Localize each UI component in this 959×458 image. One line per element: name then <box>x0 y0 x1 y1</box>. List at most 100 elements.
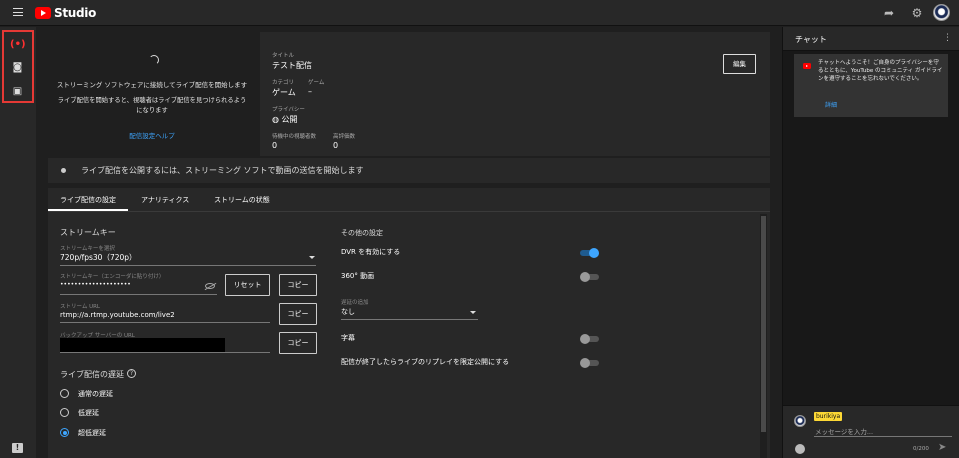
stream-key-select-label: ストリームキーを選択 <box>60 246 115 252</box>
learn-more-link[interactable]: 詳細 <box>825 100 837 109</box>
reset-button[interactable]: リセット <box>225 274 270 296</box>
waiting-value: 0 <box>272 141 278 150</box>
studio-logo[interactable]: Studio <box>35 6 96 20</box>
avatar[interactable] <box>933 4 950 21</box>
active-tab-indicator <box>48 209 128 211</box>
notice-text: チャットへようこそ！ご自身のプライバシーを守るとともに、YouTube のコミュ… <box>818 60 943 82</box>
chevron-down-icon[interactable] <box>470 311 476 314</box>
stream-url-label: ストリーム URL <box>60 304 100 310</box>
backup-underline <box>60 352 270 353</box>
live-icon[interactable]: (•) <box>10 38 26 52</box>
stream-preview: ストリーミング ソフトウェアに接続してライブ配信を開始します ライブ配信を開始す… <box>46 32 258 156</box>
radio-low-latency[interactable] <box>60 408 69 417</box>
left-sidebar: (•) ◙ ▣ ! <box>0 27 36 458</box>
radio-label-ultra-low: 超低遅延 <box>78 429 106 437</box>
redacted-backup-url <box>60 338 225 352</box>
stream-title: テスト配信 <box>272 61 312 70</box>
select-underline <box>60 265 316 266</box>
scrollbar-thumb[interactable] <box>761 216 766 432</box>
delay-select[interactable]: なし <box>341 307 355 317</box>
copy-backup-button[interactable]: コピー <box>279 332 317 354</box>
privacy-value: ◍ 公開 <box>272 114 298 125</box>
category-label: カテゴリ <box>272 80 295 86</box>
dvr-label: DVR を有効にする <box>341 248 401 256</box>
stream-key-select[interactable]: 720p/fps30（720p） <box>60 252 137 263</box>
chat-avatar <box>794 415 806 427</box>
radio-label-normal: 通常の遅延 <box>78 390 113 398</box>
status-dot-icon <box>61 168 66 173</box>
chat-input-underline <box>814 436 952 437</box>
delay-label: 遅延の追加 <box>341 300 369 306</box>
captions-toggle[interactable] <box>580 334 599 344</box>
likes-value: 0 <box>333 141 339 150</box>
tab-bar: ライブ配信の設定 アナリティクス ストリームの状態 <box>48 188 770 212</box>
loading-spinner-icon <box>149 55 159 65</box>
game-value: – <box>308 87 312 96</box>
visibility-off-icon[interactable] <box>205 283 215 289</box>
category-value: ゲーム <box>272 88 296 97</box>
chat-input-area: burikiya メッセージを入力... 0/200 ➤ <box>783 405 959 458</box>
more-vert-icon[interactable]: ⋮ <box>943 33 952 43</box>
feedback-icon[interactable]: ! <box>12 443 23 453</box>
app-name: Studio <box>54 6 97 20</box>
copy-key-button[interactable]: コピー <box>279 274 317 296</box>
help-icon[interactable]: ? <box>127 369 136 378</box>
char-counter: 0/200 <box>913 446 929 452</box>
send-icon[interactable]: ➤ <box>938 442 946 453</box>
settings-panel: ライブ配信の設定 アナリティクス ストリームの状態 ストリームキー ストリームキ… <box>48 188 770 458</box>
unlisted-replay-toggle[interactable] <box>580 358 599 368</box>
author-name-badge: burikiya <box>814 412 843 421</box>
chat-welcome-notice: チャットへようこそ！ご自身のプライバシーを守るとともに、YouTube のコミュ… <box>794 54 948 117</box>
key-underline <box>60 294 217 295</box>
tab-stream-settings[interactable]: ライブ配信の設定 <box>60 195 116 205</box>
captions-label: 字幕 <box>341 334 355 342</box>
globe-icon: ◍ <box>272 115 279 124</box>
radio-label-low: 低遅延 <box>78 409 99 417</box>
copy-url-button[interactable]: コピー <box>279 303 317 325</box>
game-label: ゲーム <box>308 80 325 86</box>
calendar-icon[interactable]: ▣ <box>10 85 25 99</box>
privacy-label: プライバシー <box>272 107 305 113</box>
youtube-logo-icon <box>803 63 811 69</box>
url-underline <box>60 322 270 323</box>
unlisted-replay-label: 配信が終了したらライブのリプレイを限定公開にする <box>341 358 510 366</box>
radio-ultra-low-latency[interactable] <box>60 428 69 437</box>
stream-key-label: ストリームキー（エンコーダに貼り付け） <box>60 274 165 280</box>
main-content: ストリーミング ソフトウェアに接続してライブ配信を開始します ライブ配信を開始す… <box>46 32 770 458</box>
privacy-text: 公開 <box>281 115 298 124</box>
chat-message-input[interactable]: メッセージを入力... <box>815 426 873 436</box>
waiting-label: 待機中の視聴者数 <box>272 134 317 140</box>
camera-icon[interactable]: ◙ <box>10 61 25 75</box>
menu-icon[interactable] <box>13 8 23 16</box>
radio-normal-latency[interactable] <box>60 389 69 398</box>
status-text: ライブ配信を公開するには、ストリーミング ソフトで動画の送信を開始します <box>81 166 364 175</box>
share-icon[interactable]: ➦ <box>882 6 896 20</box>
360-video-toggle[interactable] <box>580 272 599 282</box>
top-bar: Studio ➦ ⚙ <box>0 0 959 26</box>
latency-title: ライブ配信の遅延 <box>60 370 124 379</box>
stream-key-field[interactable]: •••••••••••••••••••• <box>60 281 131 288</box>
stream-key-title: ストリームキー <box>60 228 116 237</box>
edit-button[interactable]: 編集 <box>723 54 756 74</box>
preview-sub-message: ライブ配信を開始すると、視聴者はライブ配信を見つけられるようになります <box>57 97 247 114</box>
stream-url-field[interactable]: rtmp://a.rtmp.youtube.com/live2 <box>60 311 175 319</box>
youtube-logo-icon <box>35 7 51 19</box>
chat-header: チャット ⋮ <box>783 27 959 51</box>
chat-title: チャット <box>795 35 827 44</box>
preview-message: ストリーミング ソフトウェアに接続してライブ配信を開始します <box>56 81 248 89</box>
likes-label: 高評価数 <box>333 134 356 140</box>
360-video-label: 360° 動画 <box>341 272 375 280</box>
delay-underline <box>341 319 478 320</box>
other-settings-title: その他の設定 <box>341 229 383 237</box>
chevron-down-icon[interactable] <box>309 256 315 259</box>
chat-panel: チャット ⋮ チャットへようこそ！ご自身のプライバシーを守るとともに、YouTu… <box>782 27 959 458</box>
emoji-icon[interactable] <box>795 444 805 454</box>
title-label: タイトル <box>272 53 295 59</box>
dvr-toggle[interactable] <box>580 248 599 258</box>
status-bar: ライブ配信を公開するには、ストリーミング ソフトで動画の送信を開始します <box>48 158 770 183</box>
tab-analytics[interactable]: アナリティクス <box>141 195 189 205</box>
stream-info: タイトル テスト配信 カテゴリ ゲーム ゲーム – プライバシー ◍ 公開 待機… <box>260 32 770 156</box>
tab-stream-health[interactable]: ストリームの状態 <box>214 195 270 205</box>
gear-icon[interactable]: ⚙ <box>910 6 924 20</box>
help-link[interactable]: 配信設定ヘルプ <box>46 130 258 140</box>
